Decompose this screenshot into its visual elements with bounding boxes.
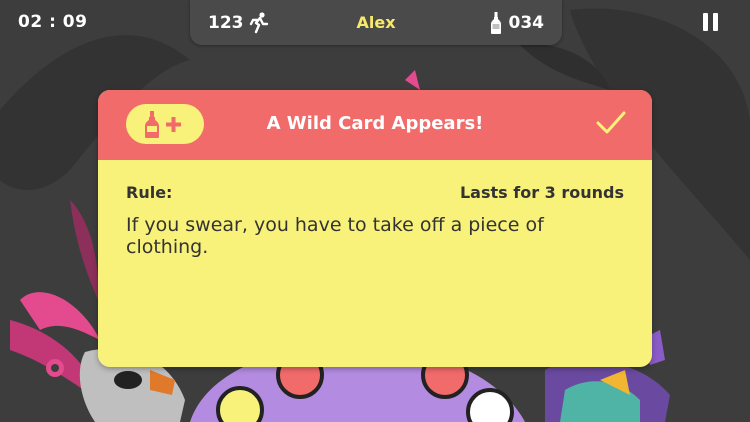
wild-card: A Wild Card Appears! Rule: Lasts for 3 r…: [98, 90, 652, 367]
player-status-bar: 123 Alex 034: [190, 0, 562, 45]
rule-duration: Lasts for 3 rounds: [459, 183, 624, 202]
pause-icon: [713, 13, 718, 31]
pause-icon: [703, 13, 708, 31]
rule-text: If you swear, you have to take off a pie…: [126, 214, 544, 258]
bottle-counter: 034: [490, 12, 545, 34]
checkmark-icon[interactable]: [595, 110, 627, 136]
card-title: A Wild Card Appears!: [266, 113, 484, 134]
card-zigzag-divider: [98, 142, 652, 160]
rule-label: Rule:: [126, 183, 173, 202]
bottle-icon: [490, 12, 501, 34]
pause-button[interactable]: [703, 13, 719, 33]
bottle-count: 034: [508, 13, 545, 33]
round-timer: 02 : 09: [18, 12, 88, 32]
